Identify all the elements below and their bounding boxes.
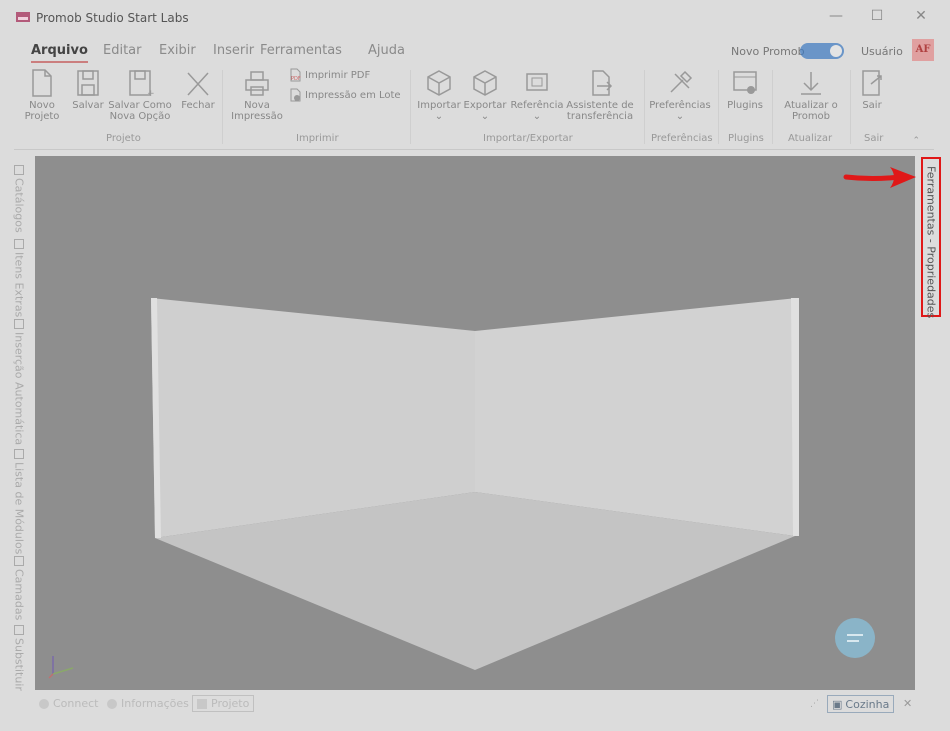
- close-environment-button[interactable]: ✕: [903, 697, 912, 710]
- 3d-viewport[interactable]: [35, 156, 915, 690]
- tools-icon: [670, 70, 693, 93]
- promob-app-icon: [16, 12, 30, 22]
- room-scene: [48, 298, 799, 679]
- exportar-button[interactable]: Exportar ⌄: [462, 68, 508, 122]
- impressao-em-lote-button[interactable]: Impressão em Lote: [289, 88, 401, 102]
- ribbon-separator: [222, 70, 223, 144]
- maximize-button[interactable]: ☐: [862, 8, 892, 28]
- avatar[interactable]: AF: [912, 39, 934, 61]
- group-label-plugins: Plugins: [728, 133, 764, 144]
- window-title: Promob Studio Start Labs: [36, 11, 189, 25]
- save-icon: [77, 70, 99, 96]
- menu-ajuda[interactable]: Ajuda: [368, 43, 405, 58]
- pdf-icon: PDF: [290, 68, 301, 82]
- ribbon-separator: [850, 70, 851, 144]
- tab-ferramentas-propriedades[interactable]: Ferramentas - Propriedades: [921, 157, 941, 318]
- salvar-button[interactable]: Salvar: [70, 68, 106, 111]
- group-label-atualizar: Atualizar: [788, 133, 833, 144]
- list-icon: [14, 449, 24, 459]
- printer-icon: [245, 71, 269, 96]
- menu-inserir[interactable]: Inserir: [213, 43, 254, 58]
- tab-catalogos[interactable]: Catálogos: [8, 162, 30, 233]
- menu-exibir[interactable]: Exibir: [159, 43, 196, 58]
- group-label-importar-exportar: Importar/Exportar: [483, 133, 573, 144]
- minimize-button[interactable]: —: [821, 8, 851, 28]
- svg-text:PDF: PDF: [291, 76, 301, 82]
- user-label[interactable]: Usuário: [861, 45, 903, 58]
- red-arrow-icon: [843, 167, 916, 188]
- left-dock: Catálogos Itens Extras Inserção Automáti…: [8, 156, 30, 691]
- axis-gizmo-icon: [48, 656, 74, 679]
- ribbon-separator: [772, 70, 773, 144]
- connect-icon: [39, 698, 49, 709]
- new-document-icon: [32, 69, 52, 97]
- batch-print-icon: [290, 88, 301, 102]
- export-box-icon: [473, 70, 497, 96]
- close-icon: [187, 72, 209, 96]
- preferencias-button[interactable]: Preferências ⌄: [648, 68, 712, 122]
- atualizar-button[interactable]: Atualizar o Promob: [778, 68, 844, 122]
- tab-informacoes[interactable]: Informações: [107, 697, 189, 710]
- plugins-button[interactable]: Plugins: [722, 68, 768, 111]
- right-dock: Ferramentas - Propriedades: [920, 156, 942, 690]
- import-box-icon: [427, 70, 451, 96]
- collapse-ribbon-icon[interactable]: ⌃: [912, 136, 920, 146]
- tab-substituir[interactable]: Substituir: [8, 622, 30, 691]
- importar-button[interactable]: Importar ⌄: [416, 68, 462, 122]
- menu-editar[interactable]: Editar: [103, 43, 142, 58]
- close-window-button[interactable]: ✕: [906, 8, 936, 28]
- ribbon-separator: [410, 70, 411, 144]
- promob-window: Promob Studio Start Labs — ☐ ✕ Arquivo E…: [0, 0, 950, 731]
- novo-promob-label: Novo Promob: [731, 45, 805, 58]
- plugin-icon: [733, 71, 757, 94]
- nova-impressao-button[interactable]: Nova Impressão: [230, 68, 284, 122]
- menu-arquivo[interactable]: Arquivo: [31, 43, 88, 63]
- replace-icon: [14, 625, 24, 635]
- assistente-transferencia-button[interactable]: Assistente de transferência: [565, 68, 635, 122]
- referencia-button[interactable]: Referência ⌄: [510, 68, 564, 122]
- group-label-projeto: Projeto: [106, 133, 141, 144]
- info-icon: [107, 698, 117, 709]
- novo-promob-toggle[interactable]: [800, 43, 844, 59]
- imprimir-pdf-button[interactable]: PDF Imprimir PDF: [289, 68, 370, 82]
- tab-itens-extras[interactable]: Itens Extras: [8, 236, 30, 317]
- group-label-imprimir: Imprimir: [296, 133, 339, 144]
- chevron-down-icon: ⌄: [480, 111, 490, 122]
- fechar-button[interactable]: Fechar: [178, 68, 218, 111]
- resize-grip-icon[interactable]: ⋰: [810, 699, 819, 709]
- save-as-icon: +1: [129, 70, 155, 98]
- layers-icon: [14, 556, 24, 566]
- svg-text:+1: +1: [147, 89, 155, 98]
- salvar-como-button[interactable]: +1 Salvar ComoNova Opção: [108, 68, 172, 122]
- clip-icon: [14, 239, 24, 249]
- chevron-down-icon: ⌄: [675, 111, 685, 122]
- tab-projeto[interactable]: Projeto: [192, 695, 255, 712]
- ribbon: NovoProjeto Salvar +1 Salvar ComoNova Op…: [14, 64, 934, 150]
- bottom-bar: Connect Informações Projeto ⋰ ▣ Cozinha …: [35, 694, 915, 716]
- title-bar: Promob Studio Start Labs — ☐ ✕: [0, 0, 950, 36]
- chevron-down-icon: ⌄: [532, 111, 542, 122]
- download-icon: [801, 72, 821, 95]
- auto-insert-icon: [14, 319, 24, 329]
- ribbon-separator: [718, 70, 719, 144]
- catalog-icon: [14, 165, 24, 175]
- tab-camadas[interactable]: Camadas: [8, 553, 30, 620]
- sair-button[interactable]: Sair: [854, 68, 890, 111]
- exit-icon: [862, 70, 882, 96]
- menu-ferramentas[interactable]: Ferramentas: [260, 43, 342, 58]
- group-label-sair: Sair: [864, 133, 884, 144]
- chevron-down-icon: ⌄: [434, 111, 444, 122]
- chat-icon[interactable]: [835, 618, 875, 658]
- transfer-icon: [592, 70, 613, 96]
- group-label-preferencias: Preferências: [651, 133, 713, 144]
- project-icon: [197, 698, 207, 709]
- tab-lista-de-modulos[interactable]: Lista de Módulos: [8, 446, 30, 554]
- ribbon-separator: [644, 70, 645, 144]
- kitchen-icon: ▣: [832, 697, 843, 711]
- tab-insercao-automatica[interactable]: Inserção Automática: [8, 316, 30, 445]
- novo-projeto-button[interactable]: Novo Projeto: [24, 68, 60, 122]
- tab-connect[interactable]: Connect: [39, 697, 98, 710]
- environment-selector[interactable]: ▣ Cozinha: [827, 695, 895, 713]
- reference-icon: [526, 73, 548, 91]
